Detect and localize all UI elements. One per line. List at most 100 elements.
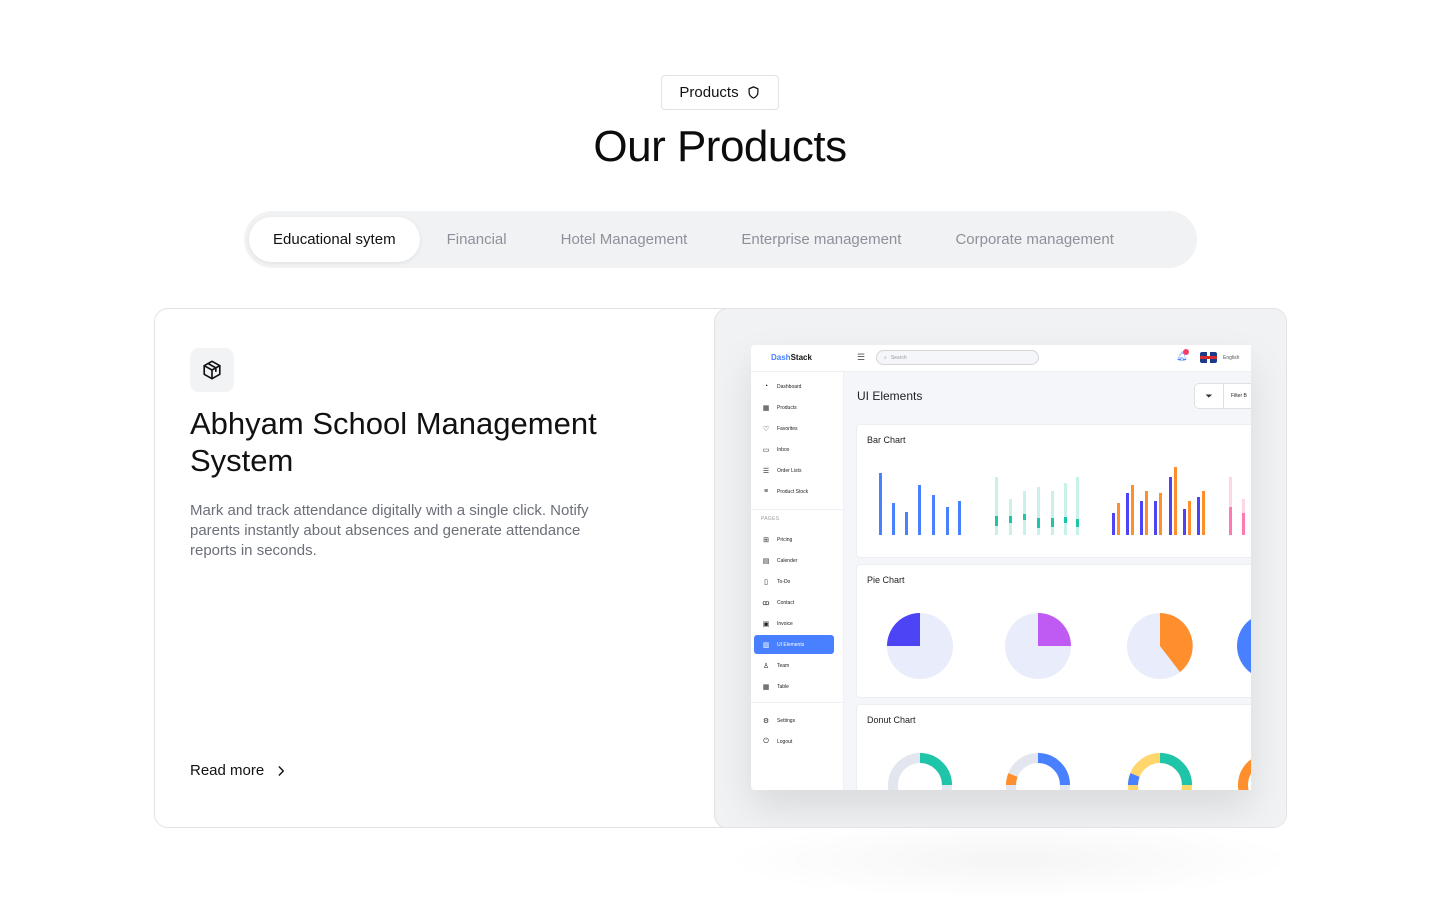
bar: [1188, 501, 1191, 535]
sidebar-item-dashboard[interactable]: ◔ Dashboard: [754, 377, 834, 396]
language-select[interactable]: English: [1223, 355, 1239, 361]
contact-icon: ꝏ: [762, 599, 770, 607]
bar: [1183, 509, 1186, 535]
donut-chart-graphic: [888, 753, 1251, 790]
bar: [879, 473, 882, 535]
bar: [1076, 519, 1079, 527]
bar: [1051, 518, 1054, 527]
bar: [932, 495, 935, 535]
search-placeholder: Search: [890, 354, 907, 361]
sidebar-item-inbox[interactable]: ▭ Inbox: [754, 440, 834, 459]
bar: [1051, 491, 1054, 535]
bar: [1140, 501, 1143, 535]
user-icon: ♙: [762, 662, 770, 670]
donut-arc: [1128, 773, 1140, 786]
bar: [1197, 497, 1200, 535]
sidebar-item-invoice[interactable]: ▣ Invoice: [754, 614, 834, 633]
bar-chart-panel: Bar Chart: [856, 424, 1251, 558]
dashboard-logo: DashStack: [771, 353, 812, 362]
sidebar-item-order-lists[interactable]: ☰ Order Lists: [754, 461, 834, 480]
sidebar-item-logout[interactable]: ⏻ Logout: [754, 732, 834, 751]
pie-chart-panel: Pie Chart: [856, 564, 1251, 698]
filter-button[interactable]: Filter B: [1224, 383, 1251, 409]
donut-chart-panel: Donut Chart: [856, 704, 1251, 790]
sidebar-divider-bottom: [751, 702, 844, 703]
products-badge: Products: [661, 75, 779, 110]
grid-icon: ▦: [762, 404, 770, 412]
read-more-label: Read more: [190, 762, 265, 779]
sidebar-item-todo[interactable]: ▯ To-Do: [754, 572, 834, 591]
tab-enterprise-management[interactable]: Enterprise management: [714, 217, 928, 262]
donut-ring: [1238, 759, 1251, 790]
dashboard-screenshot: DashStack ☰ ⌕ Search 🔔︎ English ◔ Dashboa…: [751, 345, 1251, 790]
read-more-link[interactable]: Read more: [190, 762, 288, 779]
bar: [1169, 477, 1172, 535]
bar: [1023, 514, 1026, 520]
product-tabs: Educational sytem Financial Hotel Manage…: [244, 211, 1197, 268]
invoice-icon: ▣: [762, 620, 770, 628]
power-icon: ⏻: [763, 737, 769, 745]
bar: [1154, 501, 1157, 535]
bar: [995, 477, 998, 535]
hamburger-icon[interactable]: ☰: [857, 352, 865, 363]
bar: [1242, 513, 1245, 535]
donut-arc: [919, 753, 952, 786]
todo-icon: ▯: [764, 578, 768, 586]
bar: [1174, 467, 1177, 535]
bar: [892, 503, 895, 535]
bar: [995, 516, 998, 526]
sidebar-item-contact[interactable]: ꝏ Contact: [754, 593, 834, 612]
dashboard-sidebar: ◔ Dashboard ▦ Products ♡ Favorites ▭ Inbox ☰…: [751, 372, 844, 790]
gift-icon: ⊞: [763, 536, 769, 544]
bar-chart-graphic: [879, 467, 1245, 535]
heart-icon: ♡: [762, 425, 770, 433]
sidebar-item-products[interactable]: ▦ Products: [754, 398, 834, 417]
bar: [1023, 491, 1026, 535]
dashboard-icon: ◔: [763, 383, 769, 390]
bar: [1126, 493, 1129, 535]
page-title: Our Products: [593, 122, 847, 171]
sidebar-item-team[interactable]: ♙ Team: [754, 656, 834, 675]
filter-icon[interactable]: ⏷: [1194, 383, 1224, 409]
tab-educational-system[interactable]: Educational sytem: [249, 217, 420, 262]
sidebar-section-pages: PAGES: [761, 516, 780, 522]
donut-arc: [1037, 753, 1070, 786]
bar: [905, 512, 908, 535]
calendar-icon: ▤: [762, 557, 770, 565]
bar: [1159, 493, 1162, 535]
bar: [1202, 491, 1205, 535]
dashboard-page-title: UI Elements: [857, 389, 923, 403]
tab-hotel-management[interactable]: Hotel Management: [534, 217, 715, 262]
sidebar-item-ui-elements[interactable]: ▥ UI Elements: [754, 635, 834, 654]
bar: [1037, 518, 1040, 528]
product-preview: DashStack ☰ ⌕ Search 🔔︎ English ◔ Dashboa…: [714, 309, 1286, 827]
stock-icon: ≡: [763, 488, 769, 495]
bar: [1117, 503, 1120, 535]
sidebar-item-settings[interactable]: ⚙ Settings: [754, 711, 834, 730]
dashboard-search[interactable]: ⌕ Search: [876, 350, 1039, 365]
bar: [1229, 507, 1232, 535]
badge-label: Products: [679, 84, 739, 101]
sidebar-item-table[interactable]: ▦ Table: [754, 677, 834, 696]
uk-flag-icon[interactable]: [1200, 352, 1217, 363]
pie-slice: [1038, 613, 1071, 646]
bar: [1064, 517, 1067, 523]
bar: [918, 485, 921, 535]
notification-dot: [1183, 349, 1189, 355]
preview-shadow: [720, 820, 1300, 900]
sidebar-item-pricing[interactable]: ⊞ Pricing: [754, 530, 834, 549]
pie-slice: [887, 613, 920, 646]
tab-financial[interactable]: Financial: [420, 217, 534, 262]
bar: [1112, 513, 1115, 535]
bar: [958, 501, 961, 535]
shield-icon: [748, 86, 759, 99]
chart-icon: ▥: [762, 641, 770, 649]
pie-chart-graphic: [887, 613, 1251, 679]
chevron-right-icon: [278, 765, 285, 776]
sidebar-item-calender[interactable]: ▤ Calender: [754, 551, 834, 570]
bar: [1131, 485, 1134, 535]
bar: [1145, 491, 1148, 535]
sidebar-item-favorites[interactable]: ♡ Favorites: [754, 419, 834, 438]
sidebar-item-product-stock[interactable]: ≡ Product Stock: [754, 482, 834, 501]
tab-corporate-management[interactable]: Corporate management: [928, 217, 1140, 262]
